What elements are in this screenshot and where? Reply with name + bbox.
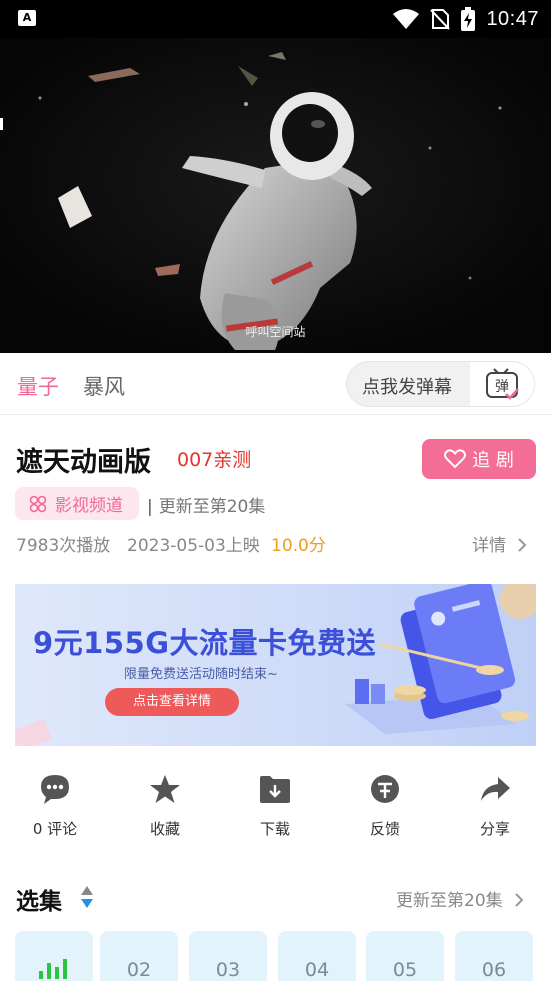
follow-button-label: 追 剧: [472, 450, 514, 471]
episode-sort-button[interactable]: [80, 884, 94, 914]
play-count: 7983次播放: [16, 536, 111, 556]
playing-equalizer-icon: [39, 959, 67, 979]
video-player[interactable]: 呼叫空间站: [0, 38, 551, 353]
show-title: 遮天动画版: [16, 447, 151, 478]
channel-label: 影视频道: [55, 496, 123, 516]
channel-icon: [29, 495, 47, 512]
release-date: 2023-05-03上映: [127, 536, 260, 556]
status-bar: A 10:47: [0, 0, 551, 38]
episode-item[interactable]: 02: [100, 931, 178, 981]
episodes-update-text: 更新至第20集: [396, 891, 503, 911]
episode-item[interactable]: [15, 931, 93, 981]
episode-item[interactable]: 05: [366, 931, 444, 981]
feedback-icon: [371, 775, 399, 803]
danmu-input[interactable]: 点我发弹幕 弹: [346, 361, 535, 407]
score: 10.0分: [271, 536, 326, 556]
comment-button[interactable]: 0 评论: [0, 770, 110, 839]
episodes-title: 选集: [16, 889, 62, 915]
episode-item[interactable]: 03: [189, 931, 267, 981]
update-status: | 更新至第20集: [147, 497, 266, 517]
video-frame-astronaut: [0, 38, 551, 353]
comment-label: 0 评论: [32, 820, 78, 838]
danmu-tv-icon: 弹: [486, 368, 519, 400]
battery-charging-icon: [461, 7, 476, 31]
banner-headline: 9元155G大流量卡免费送: [33, 626, 377, 660]
video-subtitle: 呼叫空间站: [245, 325, 306, 339]
episode-item[interactable]: 04: [278, 931, 356, 981]
heart-icon: [444, 449, 467, 469]
danmu-toggle-button[interactable]: 弹: [470, 362, 534, 406]
chevron-right-icon: [515, 893, 524, 907]
tab-source-1[interactable]: 量子: [17, 371, 59, 401]
episodes-update-link[interactable]: 更新至第20集: [396, 886, 526, 911]
source-tab-row: 量子 暴风 点我发弹幕 弹: [0, 353, 551, 415]
star-icon: [150, 775, 180, 803]
favorite-label: 收藏: [149, 820, 180, 838]
danmu-icon-label: 弹: [495, 379, 509, 395]
channel-badge[interactable]: 影视频道: [15, 487, 139, 520]
share-label: 分享: [479, 820, 510, 838]
show-tag: 007亲测: [177, 449, 252, 471]
update-text: 更新至第20集: [158, 497, 266, 517]
comment-icon: [41, 775, 69, 804]
favorite-button[interactable]: 收藏: [110, 770, 220, 839]
feedback-label: 反馈: [369, 820, 400, 838]
wifi-icon: [393, 9, 420, 29]
details-link[interactable]: 详情: [472, 531, 529, 556]
sort-icon: [81, 886, 93, 908]
no-sim-icon: [430, 9, 451, 30]
app-notification-icon: A: [18, 10, 36, 26]
share-icon: [481, 777, 510, 801]
promo-banner[interactable]: 9元155G大流量卡免费送 限量免费送活动随时结束~ 点击查看详情: [15, 584, 536, 746]
banner-subline: 限量免费送活动随时结束~: [124, 667, 278, 682]
feedback-button[interactable]: 反馈: [330, 770, 440, 839]
banner-cta-button[interactable]: 点击查看详情: [105, 688, 239, 716]
tab-source-2[interactable]: 暴风: [83, 371, 125, 401]
download-button[interactable]: 下载: [220, 770, 330, 839]
share-button[interactable]: 分享: [440, 770, 550, 839]
episode-list: 02 03 04 05 06: [15, 931, 551, 981]
action-bar: 0 评论 收藏 下载 反馈 分享: [0, 770, 551, 840]
clock: 10:47: [486, 7, 539, 30]
download-label: 下载: [259, 820, 290, 838]
details-label: 详情: [472, 536, 506, 556]
episode-item[interactable]: 06: [455, 931, 533, 981]
danmu-placeholder: 点我发弹幕: [362, 377, 452, 398]
download-folder-icon: [260, 776, 290, 803]
chevron-right-icon: [518, 538, 527, 552]
follow-button[interactable]: 追 剧: [422, 439, 536, 479]
